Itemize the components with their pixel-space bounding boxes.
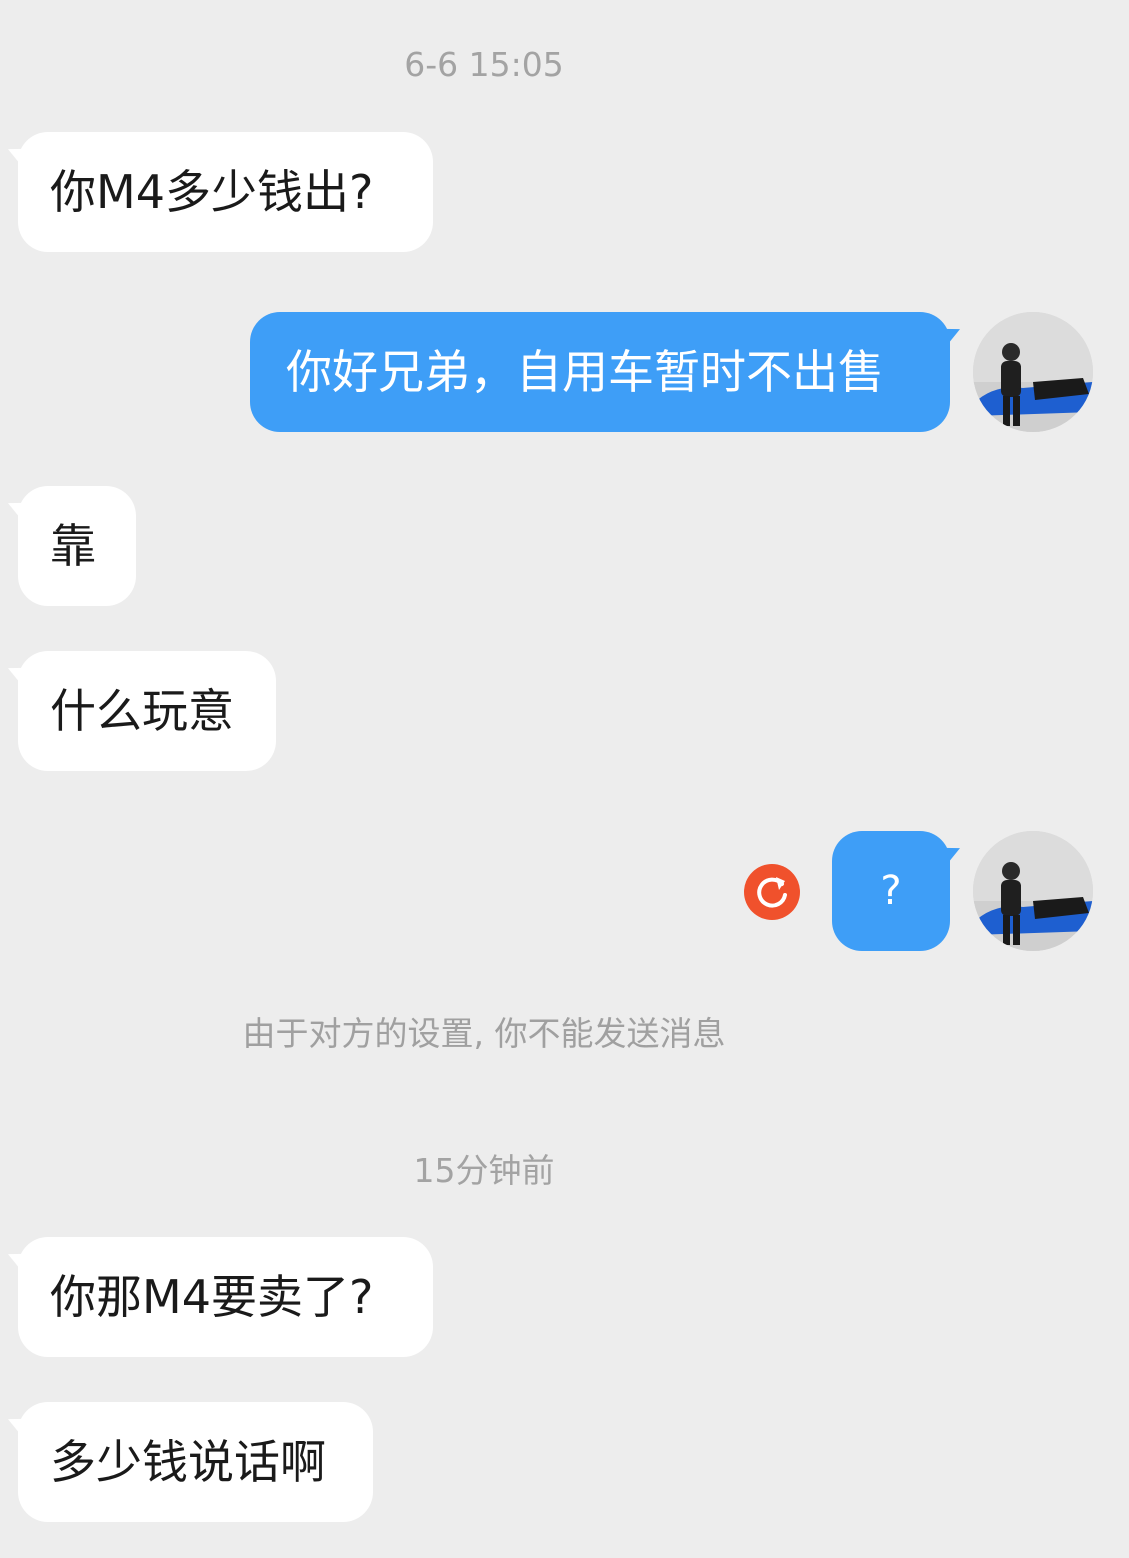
timestamp-1: 6-6 15:05 [404,45,564,84]
chat-thread[interactable]: 6-6 15:05 你M4多少钱出? 你好兄弟，自用车暂时不出售 靠 什么玩意 … [0,0,1129,1558]
avatar-image [973,831,1093,951]
avatar-image [973,312,1093,432]
incoming-message-bubble[interactable]: 什么玩意 [18,651,276,771]
incoming-message-bubble[interactable]: 你M4多少钱出? [18,132,433,252]
incoming-message-bubble[interactable]: 你那M4要卖了? [18,1237,433,1357]
resend-icon[interactable] [744,864,800,920]
avatar[interactable] [973,831,1093,951]
outgoing-message-bubble[interactable]: ? [832,831,950,951]
incoming-message-bubble[interactable]: 多少钱说话啊 [18,1402,373,1522]
outgoing-message-bubble[interactable]: 你好兄弟，自用车暂时不出售 [250,312,950,432]
avatar[interactable] [973,312,1093,432]
timestamp-2: 15分钟前 [413,1151,555,1190]
system-notice: 由于对方的设置, 你不能发送消息 [242,1014,726,1053]
incoming-message-bubble[interactable]: 靠 [18,486,136,606]
